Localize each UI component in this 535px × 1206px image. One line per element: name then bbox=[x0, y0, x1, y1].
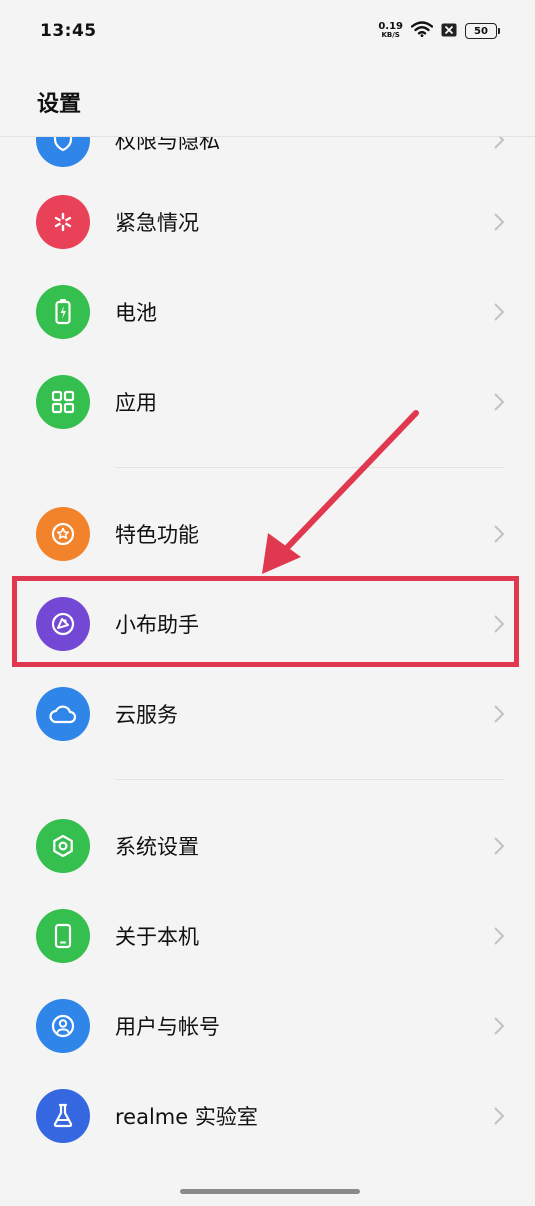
chevron-right-icon bbox=[494, 525, 505, 543]
settings-item-battery[interactable]: 电池 bbox=[0, 267, 535, 357]
phone-icon bbox=[36, 909, 90, 963]
settings-item-label: 云服务 bbox=[115, 703, 178, 727]
chevron-right-icon bbox=[494, 393, 505, 411]
settings-item-label: 特色功能 bbox=[115, 523, 199, 547]
shield-lock-icon bbox=[36, 137, 90, 167]
clock: 13:45 bbox=[40, 21, 97, 41]
hexagon-settings-icon bbox=[36, 819, 90, 873]
page-title: 设置 bbox=[37, 92, 82, 117]
home-indicator[interactable] bbox=[180, 1189, 360, 1194]
status-icons: 0.19 KB/S 50 bbox=[378, 21, 500, 41]
settings-item-label: 用户与帐号 bbox=[115, 1015, 220, 1039]
settings-item-label: 系统设置 bbox=[115, 835, 199, 859]
network-speed-value: 0.19 bbox=[378, 21, 403, 32]
network-speed: 0.19 KB/S bbox=[378, 22, 403, 40]
settings-item-about[interactable]: 关于本机 bbox=[0, 891, 535, 981]
chevron-right-icon bbox=[494, 927, 505, 945]
section-divider bbox=[115, 467, 505, 468]
settings-item-accounts[interactable]: 用户与帐号 bbox=[0, 981, 535, 1071]
asterisk-icon bbox=[36, 195, 90, 249]
chevron-right-icon bbox=[494, 1017, 505, 1035]
status-bar: 13:45 0.19 KB/S 50 bbox=[0, 0, 535, 62]
wifi-icon bbox=[410, 21, 434, 41]
battery-icon: 50 bbox=[465, 23, 500, 39]
settings-item-label: 紧急情况 bbox=[115, 211, 199, 235]
sim-blocked-icon bbox=[441, 22, 457, 41]
settings-item-realme-lab[interactable]: realme 实验室 bbox=[0, 1071, 535, 1161]
chevron-right-icon bbox=[494, 303, 505, 321]
chevron-right-icon bbox=[494, 1107, 505, 1125]
chevron-right-icon bbox=[494, 137, 505, 149]
apps-grid-icon bbox=[36, 375, 90, 429]
chevron-right-icon bbox=[494, 837, 505, 855]
settings-item-label: 应用 bbox=[115, 391, 157, 415]
cloud-icon bbox=[36, 687, 90, 741]
settings-item-label: 关于本机 bbox=[115, 925, 199, 949]
chevron-right-icon bbox=[494, 705, 505, 723]
battery-charging-icon bbox=[36, 285, 90, 339]
highlight-box bbox=[12, 576, 519, 667]
settings-item-emergency[interactable]: 紧急情况 bbox=[0, 177, 535, 267]
star-badge-icon bbox=[36, 507, 90, 561]
network-speed-unit: KB/S bbox=[381, 31, 400, 39]
settings-item-label: 电池 bbox=[115, 301, 157, 325]
settings-item-system[interactable]: 系统设置 bbox=[0, 801, 535, 891]
battery-level: 50 bbox=[474, 25, 488, 37]
user-account-icon bbox=[36, 999, 90, 1053]
settings-item-features[interactable]: 特色功能 bbox=[0, 489, 535, 579]
flask-icon bbox=[36, 1089, 90, 1143]
settings-item-label: 权限与隐私 bbox=[115, 137, 220, 153]
settings-item-apps[interactable]: 应用 bbox=[0, 357, 535, 447]
settings-item-label: realme 实验室 bbox=[115, 1105, 258, 1129]
settings-item-cloud[interactable]: 云服务 bbox=[0, 669, 535, 759]
chevron-right-icon bbox=[494, 213, 505, 231]
section-divider bbox=[115, 779, 505, 780]
